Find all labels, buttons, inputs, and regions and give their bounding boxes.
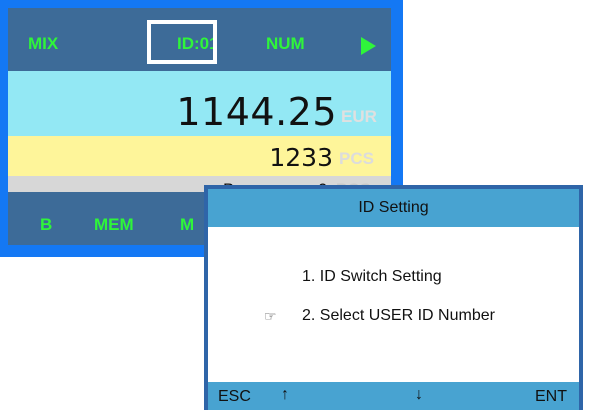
pieces-row: 1233 PCS — [8, 136, 391, 176]
top-status-bar: MIX ID:01 NUM — [8, 8, 391, 71]
pieces-unit: PCS — [339, 149, 374, 168]
batch-key[interactable]: B — [40, 215, 52, 235]
up-arrow-icon[interactable]: ↑ — [281, 386, 289, 404]
dialog-title: ID Setting — [358, 199, 429, 216]
esc-button[interactable]: ESC — [218, 388, 251, 406]
play-icon[interactable] — [361, 37, 376, 55]
menu-item-select-user-id[interactable]: 2. Select USER ID Number — [302, 307, 495, 325]
mem-key[interactable]: MEM — [94, 215, 134, 235]
dialog-footer: ESC ↑ ↓ ENT — [208, 382, 579, 410]
mode-label[interactable]: MIX — [28, 34, 58, 54]
id-label: ID:01 — [177, 34, 217, 53]
m-key[interactable]: M — [180, 215, 194, 235]
ent-button[interactable]: ENT — [535, 388, 567, 406]
amount-row: 1144.25 EUR — [8, 71, 391, 136]
dialog-menu: 1. ID Switch Setting ☞ 2. Select USER ID… — [208, 227, 579, 382]
id-setting-dialog: ID Setting 1. ID Switch Setting ☞ 2. Sel… — [204, 185, 583, 410]
amount-value: 1144.25 — [176, 90, 337, 134]
menu-item-id-switch-setting[interactable]: 1. ID Switch Setting — [302, 268, 442, 286]
pieces-value: 1233 — [269, 143, 333, 172]
num-label[interactable]: NUM — [266, 34, 305, 54]
down-arrow-icon[interactable]: ↓ — [415, 386, 423, 404]
pointing-hand-icon: ☞ — [264, 308, 277, 324]
currency-label: EUR — [341, 107, 377, 126]
dialog-title-bar: ID Setting — [208, 189, 579, 227]
id-selection-box[interactable]: ID:01 — [147, 20, 217, 64]
